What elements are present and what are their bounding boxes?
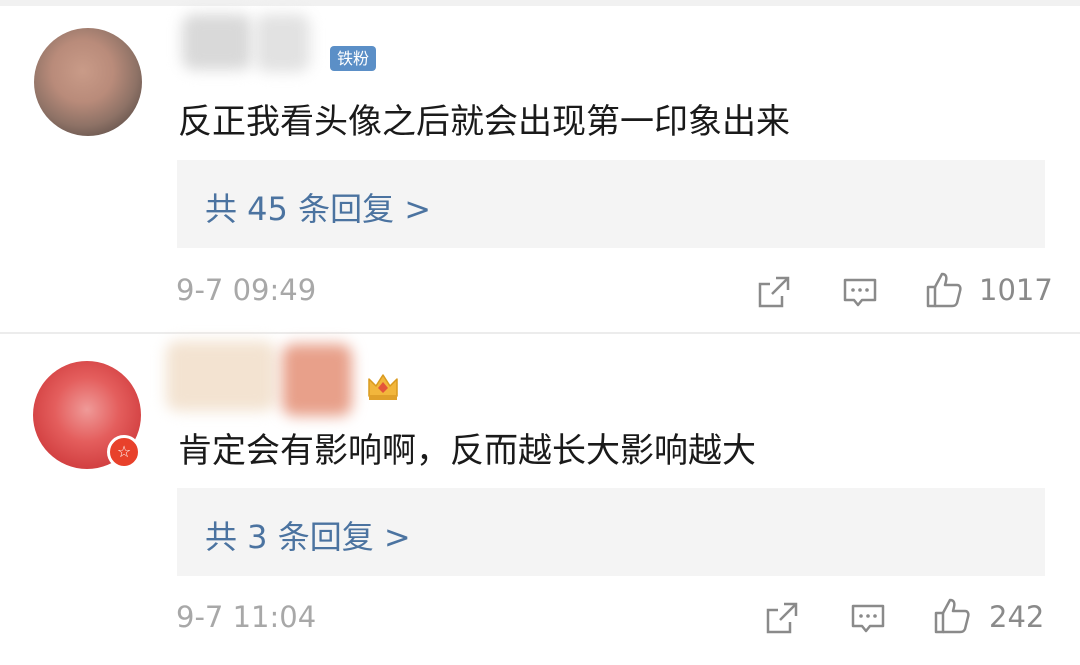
avatar[interactable] (34, 28, 142, 136)
view-replies-link[interactable]: 共 3 条回复 > (205, 512, 411, 558)
comment-item: ☆ 肯定会有影响啊，反而越长大影响越大 共 3 条回复 > 9-7 11:04 … (0, 334, 1080, 665)
comment-text: 反正我看头像之后就会出现第一印象出来 (178, 102, 790, 142)
comment-item: 铁粉 反正我看头像之后就会出现第一印象出来 共 45 条回复 > 9-7 09:… (0, 0, 1080, 332)
like-icon[interactable] (932, 596, 972, 636)
share-icon[interactable] (762, 598, 802, 638)
like-count: 1017 (979, 273, 1053, 307)
username-blurred[interactable] (255, 14, 310, 72)
view-replies-link[interactable]: 共 45 条回复 > (205, 184, 431, 230)
username-blurred[interactable] (282, 344, 352, 416)
replies-box[interactable]: 共 3 条回复 > (177, 488, 1045, 576)
comment-time: 9-7 11:04 (176, 600, 317, 634)
verify-icon: ☆ (107, 435, 141, 469)
comment-icon[interactable] (840, 272, 880, 312)
replies-box[interactable]: 共 45 条回复 > (177, 160, 1045, 248)
crown-icon (368, 374, 398, 400)
comment-icon[interactable] (848, 598, 888, 638)
comment-time: 9-7 09:49 (176, 273, 317, 307)
fan-badge: 铁粉 (330, 46, 376, 71)
comment-text: 肯定会有影响啊，反而越长大影响越大 (178, 431, 756, 471)
like-icon[interactable] (924, 270, 964, 310)
like-count: 242 (989, 600, 1045, 634)
username-blurred[interactable] (182, 14, 252, 70)
share-icon[interactable] (754, 272, 794, 312)
username-blurred[interactable] (166, 341, 276, 411)
